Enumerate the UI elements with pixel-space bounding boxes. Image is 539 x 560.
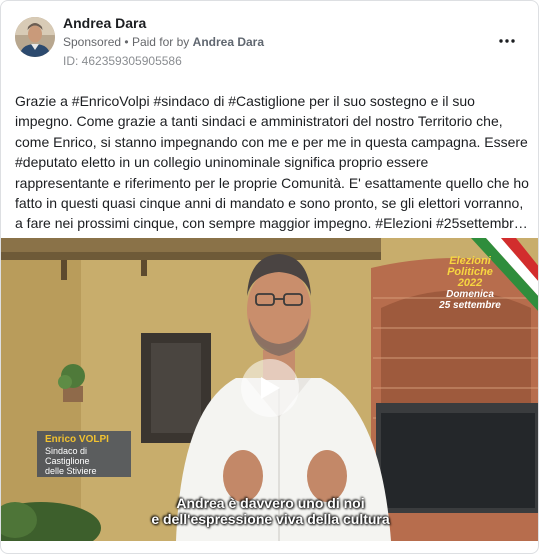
post-body-line: a fare nei prossimi cinque, con sempre m… [15, 215, 528, 232]
subtitle-line: e dell'espressione viva della cultura [151, 511, 390, 527]
post-body-line: #deputato eletto in un collegio uninomin… [15, 154, 429, 171]
post-body-line: come Enrico, si stanno impegnando con me… [15, 133, 528, 150]
lower-third-role-line: Castiglione [45, 456, 90, 466]
avatar[interactable] [15, 17, 55, 57]
post-body-text: Grazie a #EnricoVolpi #sindaco di #Casti… [15, 91, 529, 234]
subtitle-line: Andrea è davvero uno di noi [176, 495, 365, 511]
paid-for-prefix: Paid for by [131, 35, 190, 49]
ad-card: Andrea Dara Sponsored • Paid for by Andr… [0, 0, 539, 554]
sponsor-info: Sponsored • Paid for by Andrea Dara [63, 35, 264, 49]
lower-third-role-line: Sindaco di [45, 446, 88, 456]
post-body-line: fatto in questi quasi cinque anni di man… [15, 195, 524, 212]
post-body-line: impegno. Come grazie a tanti sindaci e a… [15, 113, 503, 130]
lower-third-role-line: delle Stiviere [45, 466, 97, 476]
more-options-button[interactable] [493, 29, 521, 53]
lower-third-name: Enrico VOLPI [45, 434, 109, 445]
meta-separator: • [124, 35, 129, 49]
badge-line: 25 settembre [439, 300, 501, 311]
play-icon [261, 377, 280, 399]
more-horizontal-icon [499, 39, 515, 43]
lower-third-role: Sindaco di Castiglione delle Stiviere [45, 446, 129, 476]
video-subtitles: Andrea è davvero uno di noi e dell'espre… [1, 495, 538, 527]
avatar-photo [15, 17, 55, 57]
post-body-line: rappresentante e riferimento per le prop… [15, 174, 529, 191]
badge-line: Domenica [446, 289, 494, 300]
sponsored-label: Sponsored [63, 35, 122, 49]
ad-id: ID: 462359305905586 [63, 54, 182, 68]
post-body-line: Grazie a #EnricoVolpi #sindaco di #Casti… [15, 93, 475, 109]
play-button[interactable] [241, 359, 299, 417]
badge-line: 2022 [457, 277, 483, 289]
election-badge: Elezioni Politiche 2022 Domenica 25 sett… [429, 256, 511, 312]
author-name[interactable]: Andrea Dara [63, 15, 146, 31]
paid-for-name[interactable]: Andrea Dara [193, 35, 264, 49]
